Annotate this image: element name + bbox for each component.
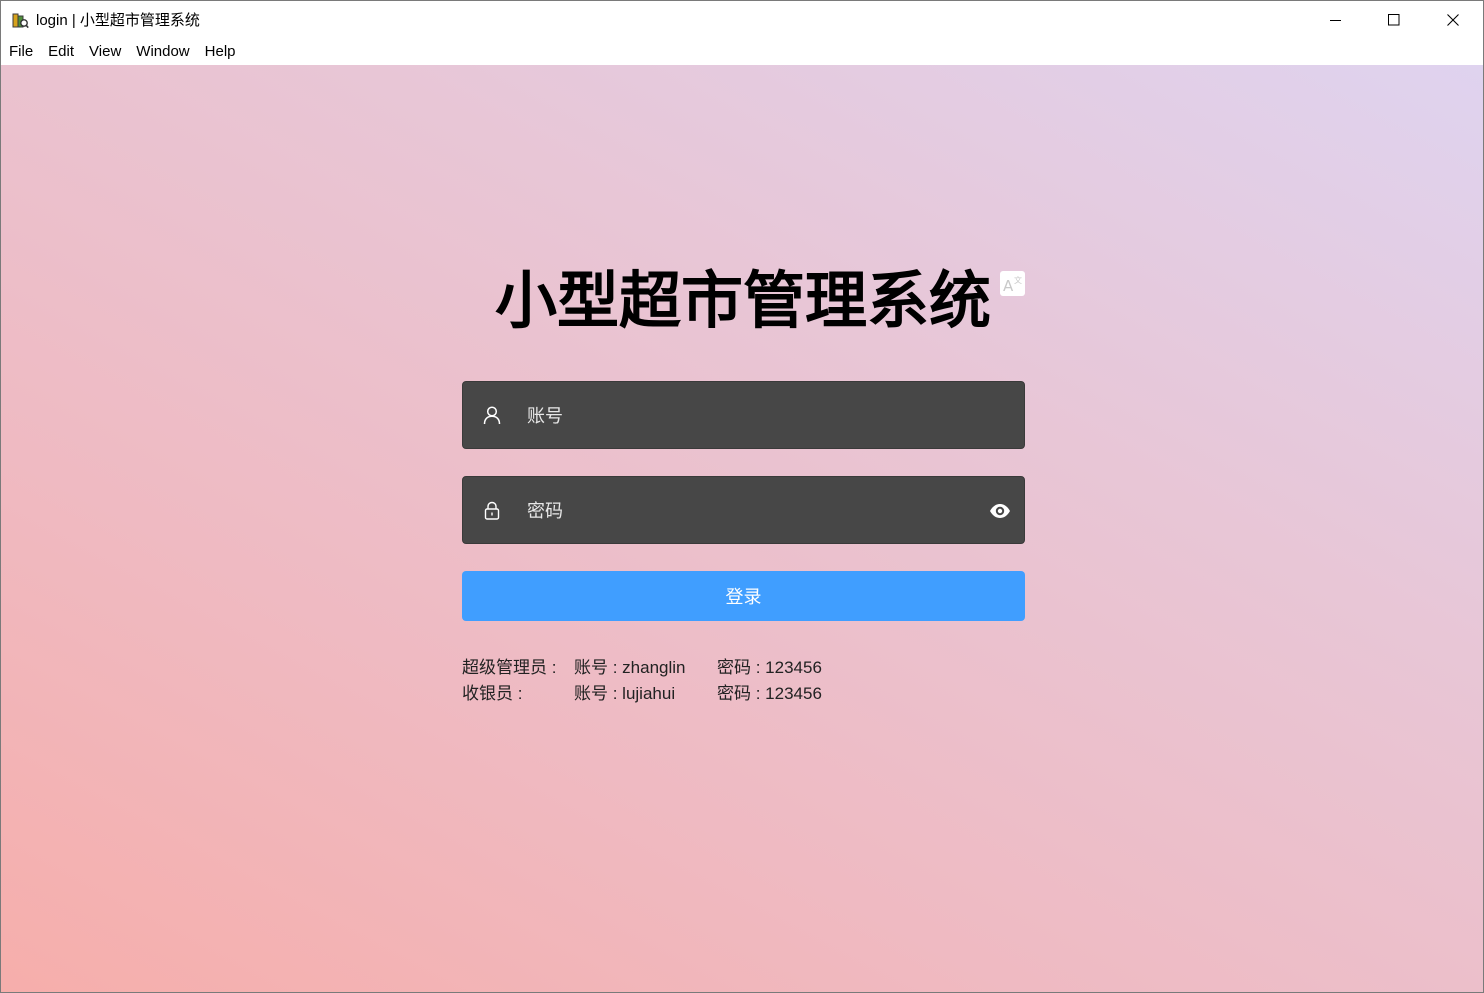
svg-text:A: A xyxy=(1003,277,1014,294)
hint-role: 收银员 : xyxy=(462,684,523,703)
username-field xyxy=(462,381,1025,449)
title-bar[interactable]: login | 小型超市管理系统 xyxy=(1,1,1483,39)
hint-password: 密码 : 123456 xyxy=(717,684,822,703)
eye-icon[interactable] xyxy=(989,501,1011,521)
menu-file[interactable]: File xyxy=(1,39,41,65)
minimize-button[interactable] xyxy=(1307,1,1365,39)
login-button[interactable]: 登录 xyxy=(462,571,1025,621)
maximize-button[interactable] xyxy=(1365,1,1423,39)
menu-window[interactable]: Window xyxy=(129,39,197,65)
hint-account: 账号 : zhanglin xyxy=(574,658,686,677)
menu-help[interactable]: Help xyxy=(197,39,243,65)
menu-bar: File Edit View Window Help xyxy=(1,39,1483,65)
page-title: 小型超市管理系统 xyxy=(494,264,991,337)
lock-icon xyxy=(484,501,500,520)
close-icon xyxy=(1447,14,1459,26)
app-icon xyxy=(12,13,29,29)
hint-account: 账号 : lujiahui xyxy=(574,684,676,703)
login-page: 小型超市管理系统 A 文 账号 登录 超级管理员: 账号: zhanglin… xyxy=(1,65,1483,992)
password-field xyxy=(462,476,1025,544)
username-input[interactable] xyxy=(525,396,989,436)
password-input[interactable] xyxy=(525,491,989,531)
menu-edit[interactable]: Edit xyxy=(41,39,82,65)
window-title: login | 小型超市管理系统 xyxy=(36,12,200,29)
svg-text:文: 文 xyxy=(1014,275,1022,285)
maximize-icon xyxy=(1388,14,1400,26)
user-icon xyxy=(483,406,501,425)
menu-view[interactable]: View xyxy=(82,39,129,65)
app-window: login | 小型超市管理系统 File Edit View Window H… xyxy=(0,0,1484,993)
close-button[interactable] xyxy=(1424,1,1482,39)
hint-password: 密码 : 123456 xyxy=(717,658,822,677)
minimize-icon xyxy=(1330,20,1341,21)
language-switch-button[interactable]: A 文 xyxy=(1000,271,1025,296)
hint-role: 超级管理员 : xyxy=(462,658,557,677)
translate-icon: A 文 xyxy=(1003,275,1022,294)
